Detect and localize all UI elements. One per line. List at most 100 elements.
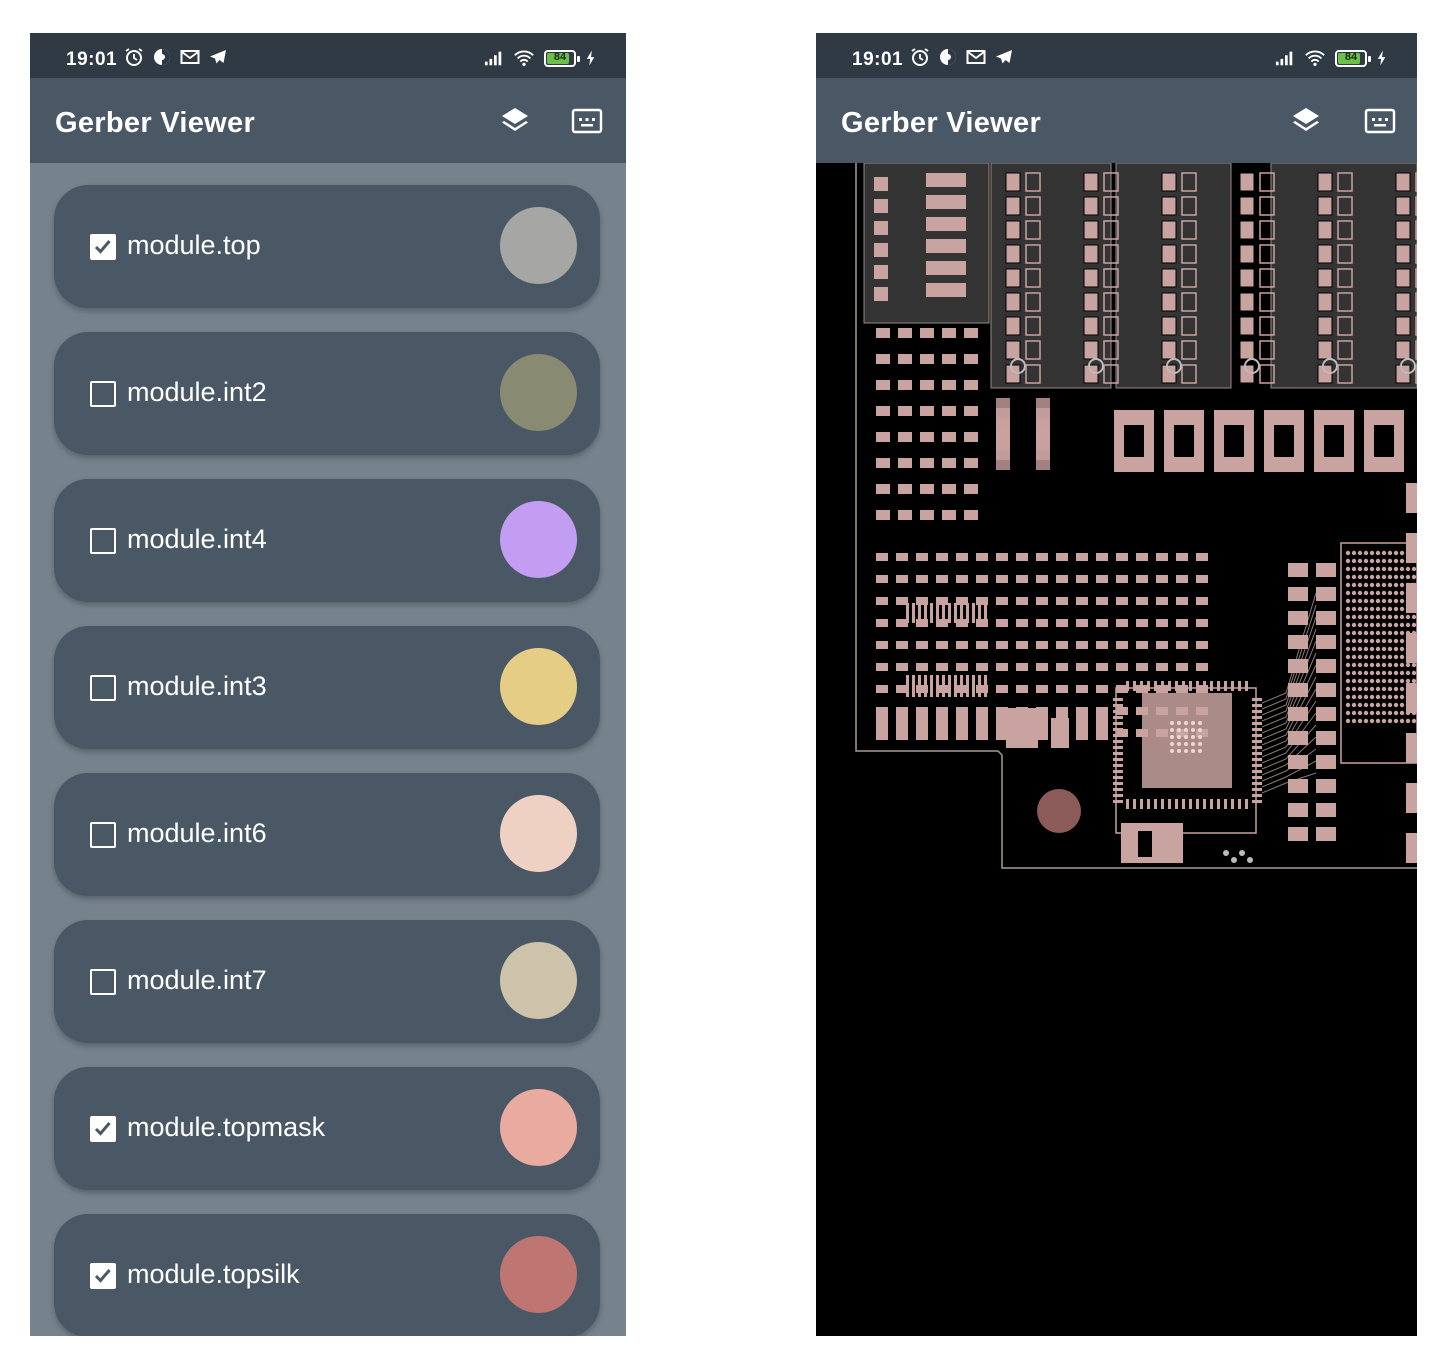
bga-ball bbox=[1393, 590, 1399, 596]
bga-ball bbox=[1387, 694, 1393, 700]
bga-ball bbox=[1375, 646, 1381, 652]
smd-pad bbox=[1136, 553, 1148, 561]
smd-pad bbox=[1317, 196, 1333, 216]
bga-ball bbox=[1387, 582, 1393, 588]
smd-pad bbox=[1083, 244, 1099, 264]
layer-visibility-checkbox[interactable] bbox=[90, 381, 116, 407]
bga-ball bbox=[1351, 630, 1357, 636]
bga-ball bbox=[1369, 574, 1375, 580]
layer-item[interactable]: module.int2 bbox=[54, 332, 600, 455]
bga-ball bbox=[1411, 614, 1417, 620]
status-time: 19:01 bbox=[852, 49, 904, 70]
layer-visibility-checkbox[interactable] bbox=[90, 1116, 116, 1142]
thermal-via bbox=[1184, 749, 1188, 753]
mounting-hole bbox=[1037, 789, 1081, 833]
pcb-render[interactable] bbox=[816, 162, 1417, 1336]
bga-ball bbox=[1381, 606, 1387, 612]
smd-pad bbox=[996, 619, 1008, 627]
bga-ball bbox=[1345, 718, 1351, 724]
layer-item[interactable]: module.int3 bbox=[54, 626, 600, 749]
smd-pad bbox=[1239, 316, 1255, 336]
smd-pad bbox=[1036, 663, 1048, 671]
keyboard-button[interactable] bbox=[568, 102, 606, 140]
bga-ball bbox=[1393, 670, 1399, 676]
bga-ball bbox=[1387, 590, 1393, 596]
smd-pad bbox=[1406, 783, 1417, 813]
thermal-via bbox=[1177, 749, 1181, 753]
smd-pad bbox=[1056, 641, 1068, 649]
layer-visibility-checkbox[interactable] bbox=[90, 822, 116, 848]
bga-ball bbox=[1351, 590, 1357, 596]
layer-item[interactable]: module.int4 bbox=[54, 479, 600, 602]
bga-ball bbox=[1405, 718, 1411, 724]
layer-color-swatch[interactable] bbox=[500, 354, 577, 431]
layer-item[interactable]: module.int7 bbox=[54, 920, 600, 1043]
qfn-pin bbox=[1252, 710, 1262, 713]
bga-ball bbox=[1351, 582, 1357, 588]
gerber-canvas[interactable] bbox=[816, 162, 1417, 1336]
bga-ball bbox=[1369, 678, 1375, 684]
smd-pad bbox=[976, 553, 988, 561]
smd-pad bbox=[956, 663, 968, 671]
bga-ball bbox=[1351, 678, 1357, 684]
smd-pad bbox=[920, 432, 934, 442]
bga-ball bbox=[1369, 614, 1375, 620]
smd-pad bbox=[1395, 196, 1411, 216]
bga-ball bbox=[1363, 686, 1369, 692]
qfn-pin bbox=[1224, 681, 1227, 691]
smd-pad bbox=[1196, 619, 1208, 627]
smd-pad bbox=[874, 287, 888, 301]
smd-pad bbox=[876, 597, 888, 605]
bga-ball bbox=[1345, 694, 1351, 700]
smd-pad bbox=[898, 510, 912, 520]
smd-pad bbox=[1317, 220, 1333, 240]
layer-item[interactable]: module.top bbox=[54, 185, 600, 308]
bga-ball bbox=[1369, 622, 1375, 628]
smd-pad bbox=[1406, 833, 1417, 863]
smd-pad bbox=[1161, 340, 1177, 360]
smd-pad bbox=[1083, 268, 1099, 288]
via bbox=[1231, 857, 1237, 863]
layer-item[interactable]: module.int6 bbox=[54, 773, 600, 896]
bga-ball bbox=[1387, 622, 1393, 628]
qfn-pin bbox=[1217, 681, 1220, 691]
bga-ball bbox=[1381, 566, 1387, 572]
smd-pad bbox=[942, 406, 956, 416]
layer-visibility-checkbox[interactable] bbox=[90, 234, 116, 260]
bga-ball bbox=[1381, 598, 1387, 604]
layer-color-swatch[interactable] bbox=[500, 795, 577, 872]
layer-color-swatch[interactable] bbox=[500, 207, 577, 284]
bga-ball bbox=[1393, 598, 1399, 604]
bga-ball bbox=[1369, 694, 1375, 700]
keyboard-button[interactable] bbox=[1361, 102, 1399, 140]
bga-ball bbox=[1363, 566, 1369, 572]
layer-visibility-checkbox[interactable] bbox=[90, 969, 116, 995]
charging-icon bbox=[586, 50, 595, 66]
smd-pad bbox=[1076, 619, 1088, 627]
layer-color-swatch[interactable] bbox=[500, 1089, 577, 1166]
smd-pad bbox=[1005, 268, 1021, 288]
layer-color-swatch[interactable] bbox=[500, 1236, 577, 1313]
layer-color-swatch[interactable] bbox=[500, 942, 577, 1019]
thermal-via bbox=[1198, 742, 1202, 746]
bga-ball bbox=[1375, 662, 1381, 668]
bga-ball bbox=[1387, 678, 1393, 684]
layer-color-swatch[interactable] bbox=[500, 648, 577, 725]
qfn-pin bbox=[1161, 681, 1164, 691]
layer-item[interactable]: module.topmask bbox=[54, 1067, 600, 1190]
layers-button[interactable] bbox=[496, 102, 534, 140]
layer-visibility-checkbox[interactable] bbox=[90, 675, 116, 701]
smd-pad bbox=[1406, 533, 1417, 563]
layer-item[interactable]: module.topsilk bbox=[54, 1214, 600, 1336]
smd-pad bbox=[1176, 619, 1188, 627]
smd-pad bbox=[996, 641, 1008, 649]
bga-ball bbox=[1405, 670, 1411, 676]
smd-pad bbox=[876, 641, 888, 649]
layer-visibility-checkbox[interactable] bbox=[90, 1263, 116, 1289]
smd-pad bbox=[1316, 707, 1336, 721]
layer-color-swatch[interactable] bbox=[500, 501, 577, 578]
layers-button[interactable] bbox=[1287, 102, 1325, 140]
layer-visibility-checkbox[interactable] bbox=[90, 528, 116, 554]
bga-ball bbox=[1369, 686, 1375, 692]
thermal-via bbox=[1198, 735, 1202, 739]
